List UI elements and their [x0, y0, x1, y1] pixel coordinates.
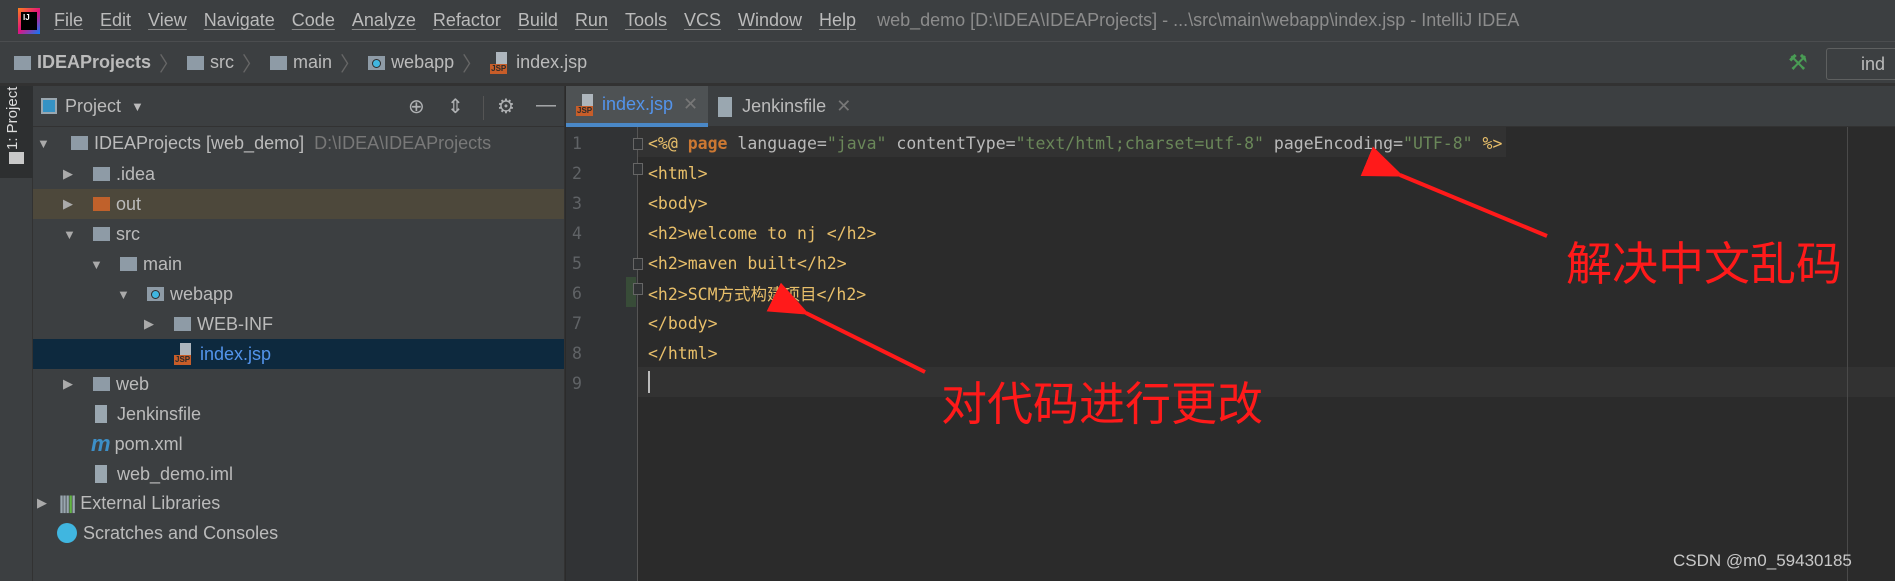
annotation-change-note: 对代码进行更改 [941, 377, 1263, 431]
watermark: CSDN @m0_59430185 [1673, 551, 1852, 570]
arrow-to-encoding [1360, 146, 1548, 238]
annotation-encoding-note: 解决中文乱码 [1566, 237, 1842, 291]
arrow-to-chinese-line [766, 282, 926, 374]
